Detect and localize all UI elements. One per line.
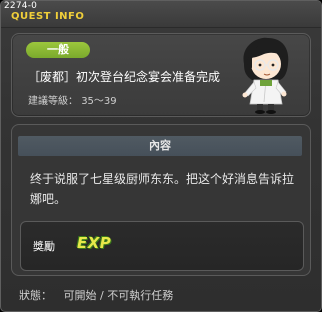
- window-title: QUEST INFO: [11, 11, 85, 22]
- detail-header: 內容: [18, 136, 302, 156]
- title-bar[interactable]: 2274-0 QUEST INFO: [1, 1, 321, 28]
- quest-info-window: 2274-0 QUEST INFO 一般 ［废都］初次登台纪念宴会准备完成 建議…: [0, 0, 322, 312]
- status-value: 可開始 / 不可執行任務: [63, 289, 174, 302]
- level-range: 35～39: [81, 96, 117, 107]
- quest-header-panel: 一般 ［废都］初次登台纪念宴会准备完成 建議等級： 35～39: [11, 33, 311, 117]
- npc-portrait-icon: [242, 37, 289, 114]
- level-label: 建議等級：: [28, 96, 78, 107]
- status-label: 狀態：: [19, 289, 52, 302]
- quest-id: 2274-0: [4, 1, 38, 11]
- reward-box: 獎勵 EXP: [20, 221, 304, 271]
- quest-name: ［废都］初次登台纪念宴会准备完成: [28, 70, 221, 84]
- quest-detail-panel: 內容 终于说服了七星级厨师东东。把这个好消息告诉拉娜吧。 獎勵 EXP: [11, 124, 311, 276]
- quest-description: 终于说服了七星级厨师东东。把这个好消息告诉拉娜吧。: [30, 172, 295, 206]
- category-badge: 一般: [26, 42, 90, 58]
- reward-label: 獎勵: [33, 240, 55, 253]
- quest-status: 狀態： 可開始 / 不可執行任務: [19, 287, 173, 303]
- recommended-level: 建議等級： 35～39: [28, 92, 117, 107]
- exp-icon[interactable]: EXP: [77, 234, 111, 252]
